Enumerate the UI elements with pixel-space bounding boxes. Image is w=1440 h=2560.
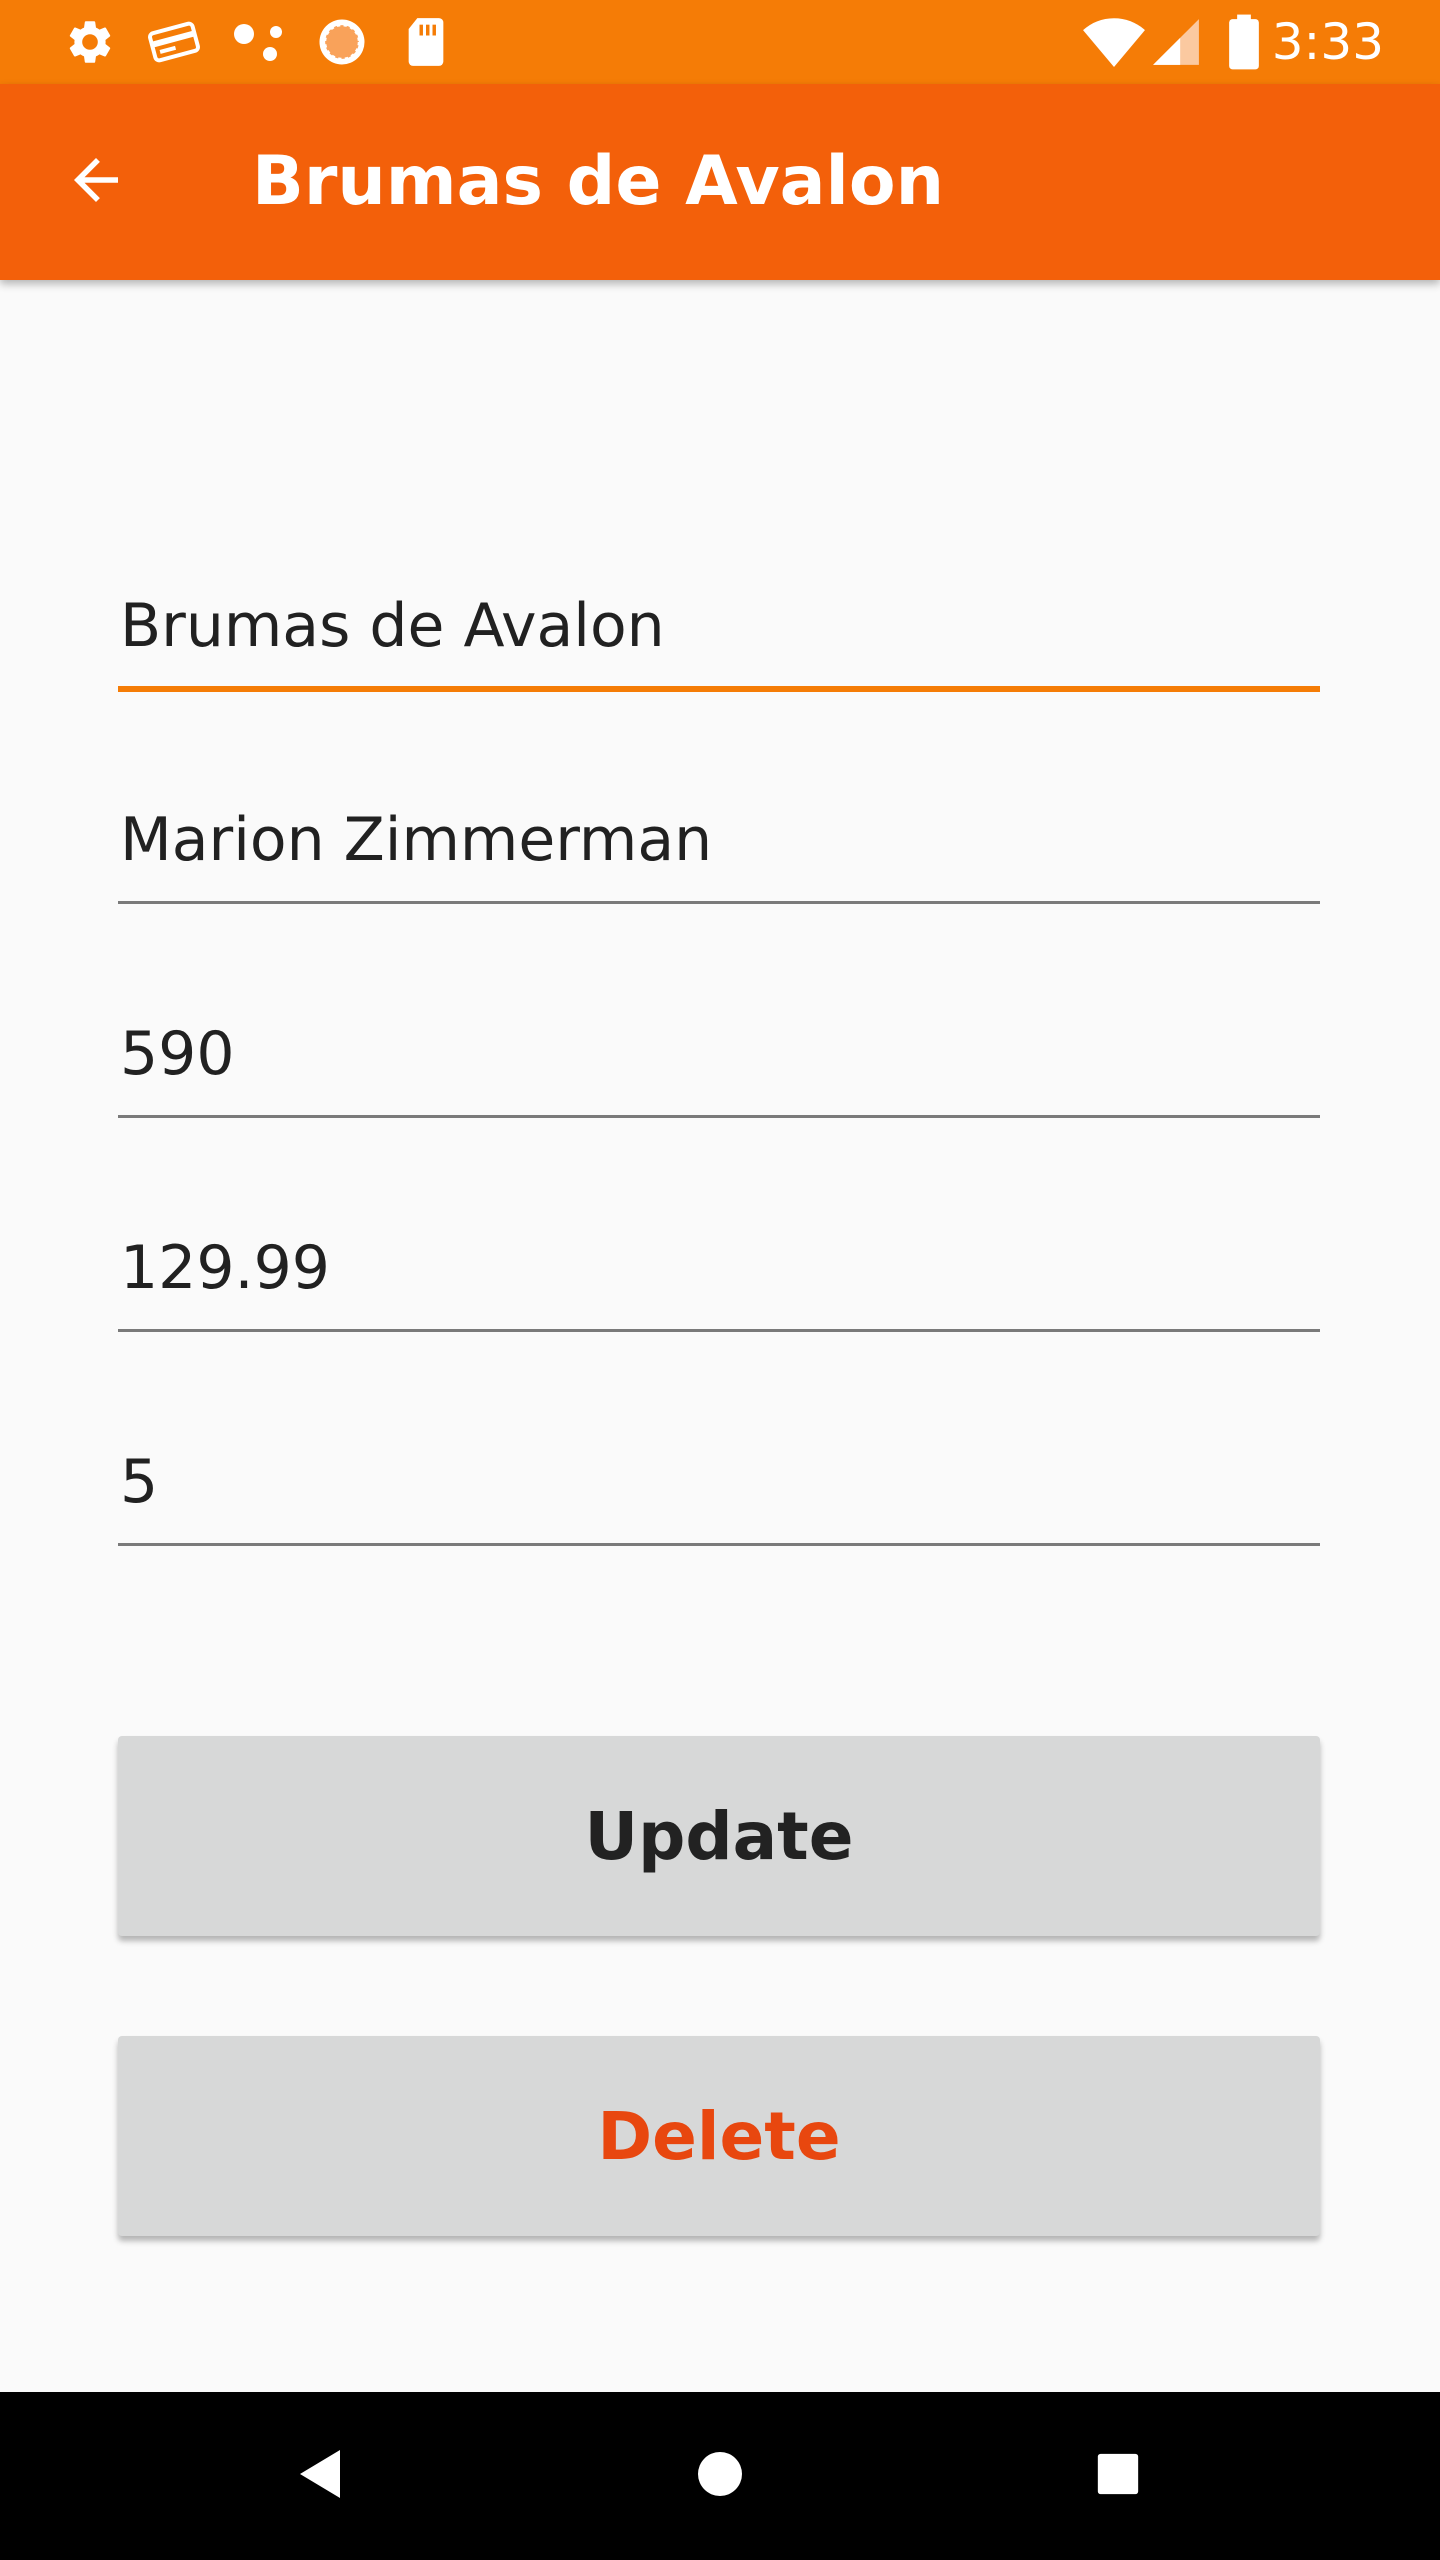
nav-recents-icon <box>1096 2452 1140 2501</box>
arrow-back-icon <box>63 147 129 218</box>
card-icon <box>146 14 202 70</box>
update-button[interactable]: Update <box>118 1736 1320 1936</box>
battery-icon <box>1216 14 1272 70</box>
clock: 3:33 <box>1271 13 1384 71</box>
wifi-icon <box>1082 14 1146 70</box>
nav-back-button[interactable] <box>270 2426 370 2526</box>
navigation-bar <box>0 2392 1440 2560</box>
settings-icon <box>62 14 118 70</box>
quantity-field[interactable] <box>118 1434 1320 1546</box>
price-input[interactable] <box>118 1220 1320 1332</box>
circle-app-icon <box>314 14 370 70</box>
nav-back-icon <box>296 2448 344 2505</box>
title-input[interactable] <box>118 580 1320 692</box>
page-title: Brumas de Avalon <box>252 142 944 221</box>
nav-recents-button[interactable] <box>1068 2426 1168 2526</box>
status-bar: 3:33 <box>0 0 1440 84</box>
nav-home-button[interactable] <box>670 2426 770 2526</box>
app-bar: Brumas de Avalon <box>0 84 1440 280</box>
title-field[interactable] <box>118 580 1320 692</box>
quantity-input[interactable] <box>118 1434 1320 1546</box>
nav-home-icon <box>696 2450 744 2503</box>
pages-input[interactable] <box>118 1006 1320 1118</box>
price-field[interactable] <box>118 1220 1320 1332</box>
dots-icon <box>230 14 286 70</box>
signal-icon <box>1148 14 1204 70</box>
sd-card-icon <box>398 14 454 70</box>
author-field[interactable] <box>118 792 1320 904</box>
pages-field[interactable] <box>118 1006 1320 1118</box>
author-input[interactable] <box>118 792 1320 904</box>
delete-button[interactable]: Delete <box>118 2036 1320 2236</box>
back-button[interactable] <box>40 126 152 238</box>
